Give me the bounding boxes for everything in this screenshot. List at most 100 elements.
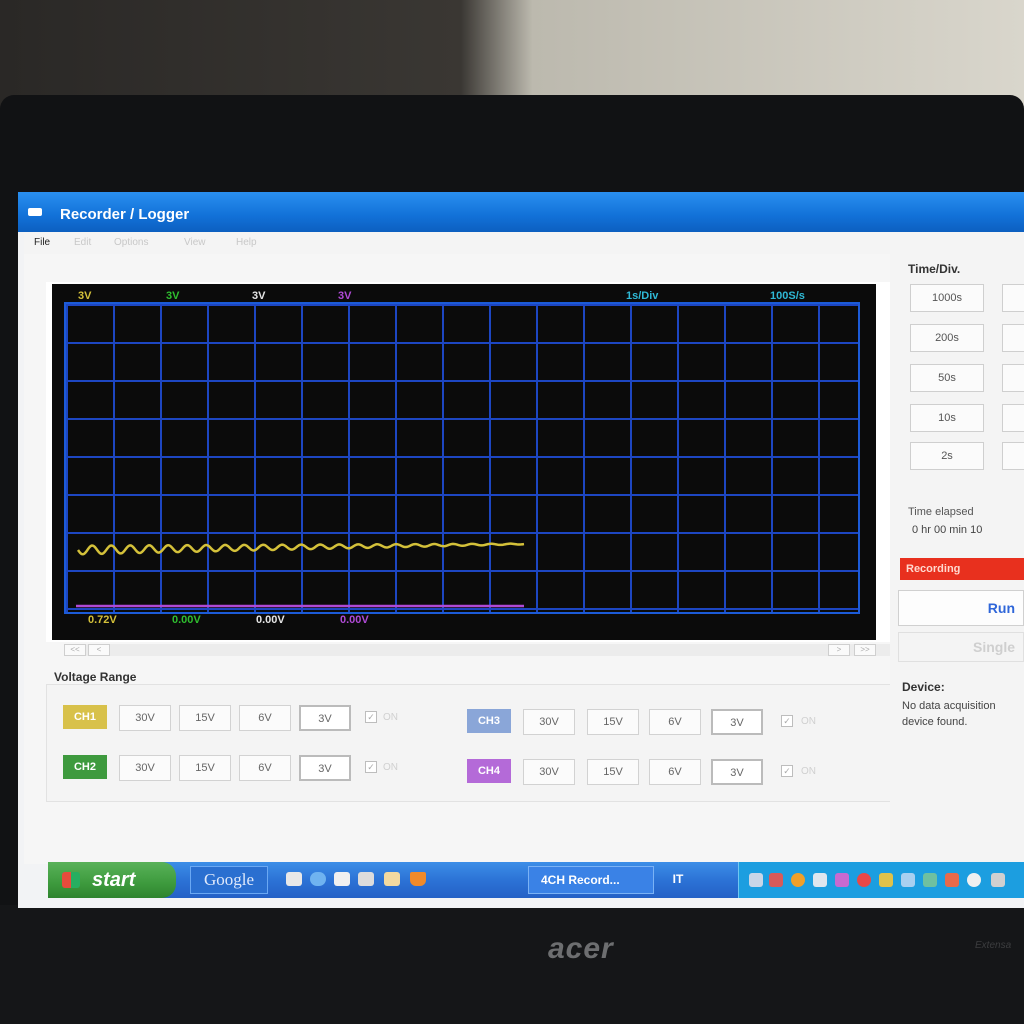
time-extra-button-2[interactable]	[1002, 324, 1024, 352]
tray-extra-icon[interactable]	[991, 873, 1005, 887]
time-extra-button-5[interactable]	[1002, 442, 1024, 470]
recording-status: Recording	[900, 558, 1024, 580]
time-extra-button-1[interactable]	[1002, 284, 1024, 312]
window-title: Recorder / Logger	[60, 206, 190, 223]
ch3-30v-button[interactable]: 30V	[523, 709, 575, 735]
ch4-30v-button[interactable]: 30V	[523, 759, 575, 785]
ch1-value-label: 0.72V	[88, 614, 117, 626]
ch4-value-label: 0.00V	[340, 614, 369, 626]
start-button[interactable]: start	[48, 862, 176, 898]
desktop-icon[interactable]	[286, 872, 302, 886]
voltage-range-label: Voltage Range	[54, 670, 137, 684]
device-status: No data acquisition device found.	[902, 700, 996, 728]
scope-traces	[76, 542, 525, 608]
ch1-on-label: ON	[383, 712, 398, 723]
ch3-on-label: ON	[801, 716, 816, 727]
ch2-6v-button[interactable]: 6V	[239, 755, 291, 781]
ch4-15v-button[interactable]: 15V	[587, 759, 639, 785]
ch3-3v-button[interactable]: 3V	[711, 709, 763, 735]
time-10s-button[interactable]: 10s	[910, 404, 984, 432]
title-bar[interactable]: Recorder / Logger	[18, 192, 1024, 232]
taskbar: start Google 4CH Record... IT	[48, 862, 1024, 898]
ch4-on-label: ON	[801, 766, 816, 777]
menu-options[interactable]: Options	[114, 237, 148, 248]
ch1-30v-button[interactable]: 30V	[119, 705, 171, 731]
ch2-on-checkbox[interactable]: ✓	[365, 761, 377, 773]
menu-edit[interactable]: Edit	[74, 237, 91, 248]
single-button[interactable]: Single	[898, 632, 1024, 662]
control-panel: Time/Div. 1000s 200s 50s 10s 2s Time ela…	[890, 254, 1024, 864]
ch2-30v-button[interactable]: 30V	[119, 755, 171, 781]
display-icon[interactable]	[901, 873, 915, 887]
time-elapsed-label: Time elapsed	[908, 506, 974, 518]
usb-icon[interactable]	[945, 873, 959, 887]
messenger-icon[interactable]	[384, 872, 400, 886]
start-label: start	[92, 869, 136, 891]
volume-icon[interactable]	[813, 873, 827, 887]
app-icon[interactable]	[28, 208, 42, 216]
ch2-label: CH2	[63, 755, 107, 779]
menu-view[interactable]: View	[184, 237, 206, 248]
ch4-label: CH4	[467, 759, 511, 783]
ch3-value-label: 0.00V	[256, 614, 285, 626]
voltage-range-panel: CH1 30V 15V 6V 3V ✓ ON CH2 30V 15V 6V 3V…	[46, 684, 892, 802]
menu-help[interactable]: Help	[236, 237, 257, 248]
taskbar-recorder-item[interactable]: 4CH Record...	[528, 866, 654, 894]
power-icon[interactable]	[923, 873, 937, 887]
menu-file[interactable]: File	[34, 237, 50, 248]
antivirus-icon[interactable]	[769, 873, 783, 887]
network-icon[interactable]	[749, 873, 763, 887]
time-extra-button-4[interactable]	[1002, 404, 1024, 432]
ch1-3v-button[interactable]: 3V	[299, 705, 351, 731]
language-indicator[interactable]: IT	[658, 866, 698, 894]
time-50s-button[interactable]: 50s	[910, 364, 984, 392]
screen: Recorder / Logger File Edit Options View…	[18, 192, 1024, 908]
vlc-icon[interactable]	[410, 872, 426, 886]
ch3-6v-button[interactable]: 6V	[649, 709, 701, 735]
run-button[interactable]: Run	[898, 590, 1024, 626]
google-toolbar[interactable]: Google	[190, 866, 268, 894]
ch1-on-checkbox[interactable]: ✓	[365, 711, 377, 723]
background-wall	[0, 0, 1024, 110]
oscilloscope-display: 3V 3V 3V 3V 1s/Div 100S/s 0.72V 0.00V 0.…	[52, 284, 876, 640]
time-1000s-button[interactable]: 1000s	[910, 284, 984, 312]
time-div-label: Time/Div.	[908, 262, 961, 276]
bluetooth-icon[interactable]	[835, 873, 849, 887]
laptop-bezel-bottom	[0, 905, 1024, 1024]
ch2-value-label: 0.00V	[172, 614, 201, 626]
folder-icon[interactable]	[334, 872, 350, 886]
horizontal-scrollbar[interactable]: << < > >>	[64, 644, 890, 656]
ch1-label: CH1	[63, 705, 107, 729]
ch1-trace	[76, 542, 525, 556]
ch4-3v-button[interactable]: 3V	[711, 759, 763, 785]
browser-icon[interactable]	[310, 872, 326, 886]
menu-bar: File Edit Options View Help	[24, 232, 1024, 254]
wireless-icon[interactable]	[879, 873, 893, 887]
scroll-left-button[interactable]: <	[88, 644, 110, 656]
windows-logo-icon	[62, 872, 80, 888]
ch3-15v-button[interactable]: 15V	[587, 709, 639, 735]
system-tray	[738, 862, 1024, 898]
ch1-6v-button[interactable]: 6V	[239, 705, 291, 731]
clock-icon[interactable]	[967, 873, 981, 887]
ch3-on-checkbox[interactable]: ✓	[781, 715, 793, 727]
scroll-far-right-button[interactable]: >>	[854, 644, 876, 656]
ch4-on-checkbox[interactable]: ✓	[781, 765, 793, 777]
time-extra-button-3[interactable]	[1002, 364, 1024, 392]
ch2-15v-button[interactable]: 15V	[179, 755, 231, 781]
time-200s-button[interactable]: 200s	[910, 324, 984, 352]
scroll-far-left-button[interactable]: <<	[64, 644, 86, 656]
ch2-on-label: ON	[383, 762, 398, 773]
update-icon[interactable]	[791, 873, 805, 887]
security-icon[interactable]	[857, 873, 871, 887]
media-icon[interactable]	[358, 872, 374, 886]
ch4-6v-button[interactable]: 6V	[649, 759, 701, 785]
brand-logo: acer	[548, 932, 614, 965]
device-label: Device:	[902, 680, 945, 694]
time-2s-button[interactable]: 2s	[910, 442, 984, 470]
ch1-15v-button[interactable]: 15V	[179, 705, 231, 731]
model-label: Extensa	[975, 940, 1012, 951]
ch2-3v-button[interactable]: 3V	[299, 755, 351, 781]
time-elapsed-value: 0 hr 00 min 10	[912, 524, 983, 536]
scroll-right-button[interactable]: >	[828, 644, 850, 656]
